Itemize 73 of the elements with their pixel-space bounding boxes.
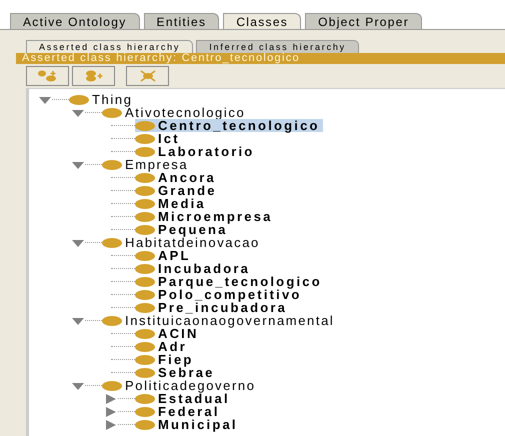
class-tree-item[interactable]: Estadual [135, 392, 233, 405]
class-icon [135, 276, 155, 286]
class-icon [102, 380, 122, 390]
class-icon [135, 302, 155, 312]
class-icon [135, 354, 155, 364]
class-tree-item[interactable]: Fiep [135, 353, 197, 366]
class-tree-item[interactable]: Ancora [135, 171, 219, 184]
class-tree-item[interactable]: Thing [69, 93, 136, 106]
class-tree-item[interactable]: Politicadegoverno [102, 379, 259, 392]
class-icon [135, 264, 155, 274]
class-icon [135, 224, 155, 234]
expanded-arrow-icon[interactable] [72, 238, 84, 248]
class-tree-item[interactable]: APL [135, 249, 194, 262]
class-tree-item[interactable]: Municipal [135, 418, 241, 431]
class-icon [135, 342, 155, 352]
tab[interactable]: Inferred class hierarchy [196, 40, 359, 53]
class-tree-item[interactable]: Pre_incubadora [135, 301, 290, 314]
class-icon [102, 316, 122, 326]
tab[interactable]: Classes [223, 13, 302, 29]
tab[interactable]: Asserted class hierarchy [26, 40, 194, 53]
class-tree-item[interactable]: Habitatdeinovacao [102, 236, 263, 249]
class-icon [135, 406, 155, 416]
tab[interactable]: Object Proper [305, 13, 422, 29]
hierarchy-header: Asserted class hierarchy: Centro_tecnologico [16, 53, 505, 64]
class-icon [135, 198, 155, 208]
tab[interactable]: Entities [144, 13, 220, 29]
class-tree-item[interactable]: Grande [135, 184, 220, 197]
class-icon [69, 94, 89, 104]
collapsed-arrow-icon[interactable] [105, 420, 117, 430]
class-tree-item[interactable]: Microempresa [135, 210, 276, 223]
class-tree-item[interactable]: Incubadora [135, 262, 254, 275]
class-icon [135, 250, 155, 260]
class-icon [135, 172, 155, 182]
class-icon [135, 328, 155, 338]
class-tree-item[interactable]: Sebrae [135, 366, 218, 379]
class-tree-item[interactable]: Federal [135, 405, 223, 418]
expanded-arrow-icon[interactable] [72, 316, 84, 326]
class-tree-item[interactable]: Media [135, 197, 209, 210]
class-tree-item[interactable]: Polo_competitivo [135, 288, 305, 301]
class-icon [135, 120, 155, 130]
collapsed-arrow-icon[interactable] [105, 394, 117, 404]
class-icon [135, 134, 155, 144]
add-subclass-icon [36, 70, 58, 82]
toolbar-button[interactable] [72, 66, 115, 86]
class-tree-item[interactable]: Laboratorio [135, 145, 258, 158]
class-icon [135, 420, 155, 430]
class-icon [135, 290, 155, 300]
class-tree-item[interactable]: ACIN [135, 327, 202, 340]
expanded-arrow-icon[interactable] [72, 160, 84, 170]
class-icon [135, 394, 155, 404]
delete-class-icon [138, 70, 158, 82]
toolbar-button[interactable] [26, 66, 69, 86]
class-icon [102, 238, 122, 248]
collapsed-arrow-icon[interactable] [105, 406, 117, 416]
class-tree-item[interactable]: Centro_tecnologico [135, 119, 323, 132]
class-tree-item[interactable]: Adr [135, 340, 190, 353]
expanded-arrow-icon[interactable] [39, 94, 51, 104]
class-icon [135, 186, 155, 196]
class-tree-item[interactable]: Pequena [135, 223, 231, 236]
class-tree-item[interactable]: Ict [135, 132, 183, 145]
class-icon [135, 212, 155, 222]
class-icon [102, 160, 122, 170]
class-tree-item[interactable]: Ativotecnologico [102, 106, 248, 119]
expanded-arrow-icon[interactable] [72, 380, 84, 390]
class-icon [135, 146, 155, 156]
tab[interactable]: Active Ontology [10, 13, 140, 29]
class-icon [102, 108, 122, 118]
class-tree-item[interactable]: Parque_tecnologico [135, 275, 325, 288]
class-tree-item[interactable]: Instituicaonaogovernamental [102, 314, 338, 327]
toolbar-button[interactable] [126, 66, 169, 86]
class-icon [135, 368, 155, 378]
class-tree-item[interactable]: Empresa [102, 158, 192, 171]
expanded-arrow-icon[interactable] [72, 108, 84, 118]
